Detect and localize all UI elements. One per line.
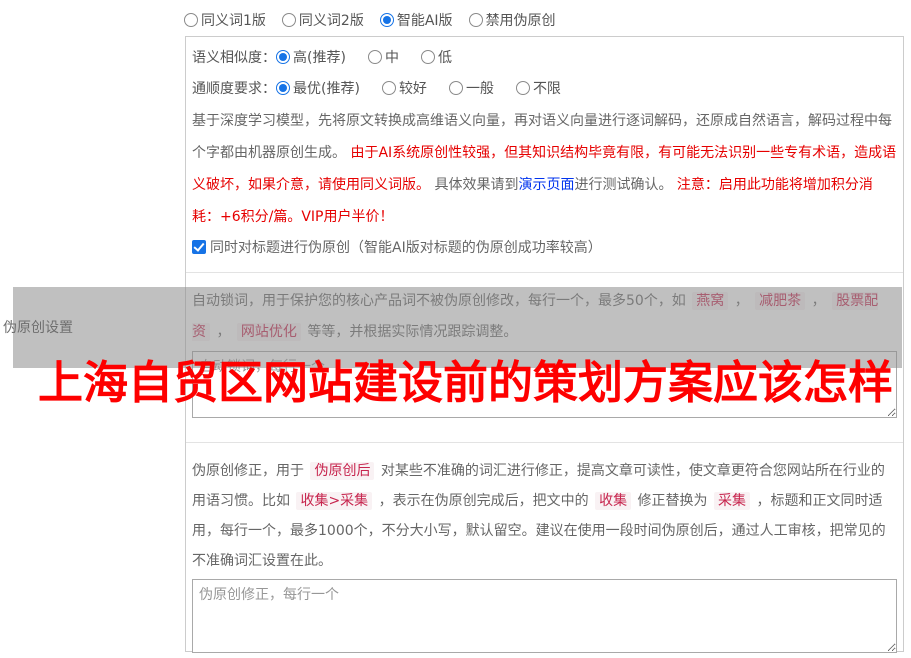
radio-unchecked-icon[interactable] bbox=[367, 50, 382, 64]
radio-option-同义词2版[interactable]: 同义词2版 bbox=[281, 10, 364, 30]
radio-option-label: 中 bbox=[384, 50, 399, 66]
highlighted-keyword: 伪原创后 bbox=[310, 462, 375, 480]
radio-option-中[interactable]: 中 bbox=[367, 47, 399, 67]
radio-option-不限[interactable]: 不限 bbox=[515, 78, 561, 98]
text-segment: 伪原创修正，用于 bbox=[192, 463, 309, 479]
radio-option-较好[interactable]: 较好 bbox=[381, 78, 427, 98]
fluency-requirement-options: 最优(推荐) 较好 一般 不限 bbox=[276, 78, 561, 98]
radio-option-label: 一般 bbox=[465, 81, 494, 97]
radio-unchecked-icon[interactable] bbox=[420, 50, 435, 64]
semantic-similarity-row: 语义相似度： 高(推荐) 中 低 bbox=[192, 47, 897, 67]
radio-option-label: 禁用伪原创 bbox=[485, 13, 556, 29]
radio-option-同义词1版[interactable]: 同义词1版 bbox=[184, 10, 266, 30]
text-segment: 进行测试确认。 bbox=[574, 177, 677, 193]
radio-unchecked-icon[interactable] bbox=[184, 13, 198, 27]
radio-option-一般[interactable]: 一般 bbox=[448, 78, 494, 98]
radio-option-label: 不限 bbox=[532, 81, 561, 97]
radio-option-最优(推荐)[interactable]: 最优(推荐) bbox=[276, 78, 360, 98]
text-segment: ，表示在伪原创完成后，把文中的 bbox=[374, 493, 594, 509]
text-segment: 具体效果请到 bbox=[430, 177, 519, 193]
radio-option-禁用伪原创[interactable]: 禁用伪原创 bbox=[468, 10, 556, 30]
radio-option-label: 高(推荐) bbox=[293, 50, 346, 66]
radio-unchecked-icon[interactable] bbox=[448, 81, 463, 95]
semantic-similarity-label: 语义相似度： bbox=[192, 50, 276, 66]
ai-model-description-paragraph: 基于深度学习模型，先将原文转换成高维语义向量，再对语义向量进行逐词解码，还原成自… bbox=[192, 105, 897, 233]
highlighted-keyword: 收集 bbox=[595, 492, 632, 510]
spin-title-checkbox-row[interactable]: 同时对标题进行伪原创（智能AI版对标题的伪原创成功率较高） bbox=[192, 237, 897, 257]
highlighted-keyword: 收集>采集 bbox=[296, 492, 373, 510]
spin-correction-textarea[interactable] bbox=[192, 579, 897, 653]
radio-option-高(推荐)[interactable]: 高(推荐) bbox=[276, 47, 346, 67]
fluency-requirement-row: 通顺度要求： 最优(推荐) 较好 一般 不限 bbox=[192, 78, 897, 98]
spin-title-checkbox-label: 同时对标题进行伪原创（智能AI版对标题的伪原创成功率较高） bbox=[210, 240, 602, 256]
row-label-pseudo-original-settings: 伪原创设置 bbox=[3, 320, 73, 336]
checkbox-checked-icon[interactable] bbox=[192, 240, 206, 254]
radio-checked-icon[interactable] bbox=[276, 81, 290, 95]
highlighted-keyword: 采集 bbox=[714, 492, 750, 510]
radio-checked-icon[interactable] bbox=[379, 13, 394, 27]
radio-option-label: 同义词1版 bbox=[201, 13, 266, 29]
semantic-similarity-options: 高(推荐) 中 低 bbox=[276, 47, 452, 67]
radio-unchecked-icon[interactable] bbox=[468, 13, 483, 27]
radio-option-智能AI版[interactable]: 智能AI版 bbox=[379, 10, 453, 30]
radio-unchecked-icon[interactable] bbox=[381, 81, 396, 95]
spin-correction-paragraph: 伪原创修正，用于 伪原创后 对某些不准确的词汇进行修正，提高文章可读性，使文章更… bbox=[192, 456, 897, 576]
radio-unchecked-icon[interactable] bbox=[515, 81, 530, 95]
spin-version-radio-group: 同义词1版 同义词2版 智能AI版 禁用伪原创 bbox=[184, 10, 556, 30]
demo-page-link[interactable]: 演示页面 bbox=[518, 177, 574, 193]
radio-option-label: 智能AI版 bbox=[396, 13, 453, 29]
text-segment: 修正替换为 bbox=[633, 493, 712, 509]
section-divider bbox=[186, 272, 903, 273]
radio-option-label: 同义词2版 bbox=[298, 13, 364, 29]
radio-option-低[interactable]: 低 bbox=[420, 47, 452, 67]
watermark-title-text: 上海自贸区网站建设前的策划方案应该怎样 bbox=[38, 356, 894, 409]
fluency-requirement-label: 通顺度要求： bbox=[192, 81, 276, 97]
radio-option-label: 最优(推荐) bbox=[293, 81, 360, 97]
radio-option-label: 低 bbox=[437, 50, 452, 66]
radio-option-label: 较好 bbox=[398, 81, 427, 97]
radio-checked-icon[interactable] bbox=[276, 50, 290, 64]
section-divider bbox=[186, 442, 903, 443]
radio-unchecked-icon[interactable] bbox=[281, 13, 296, 27]
